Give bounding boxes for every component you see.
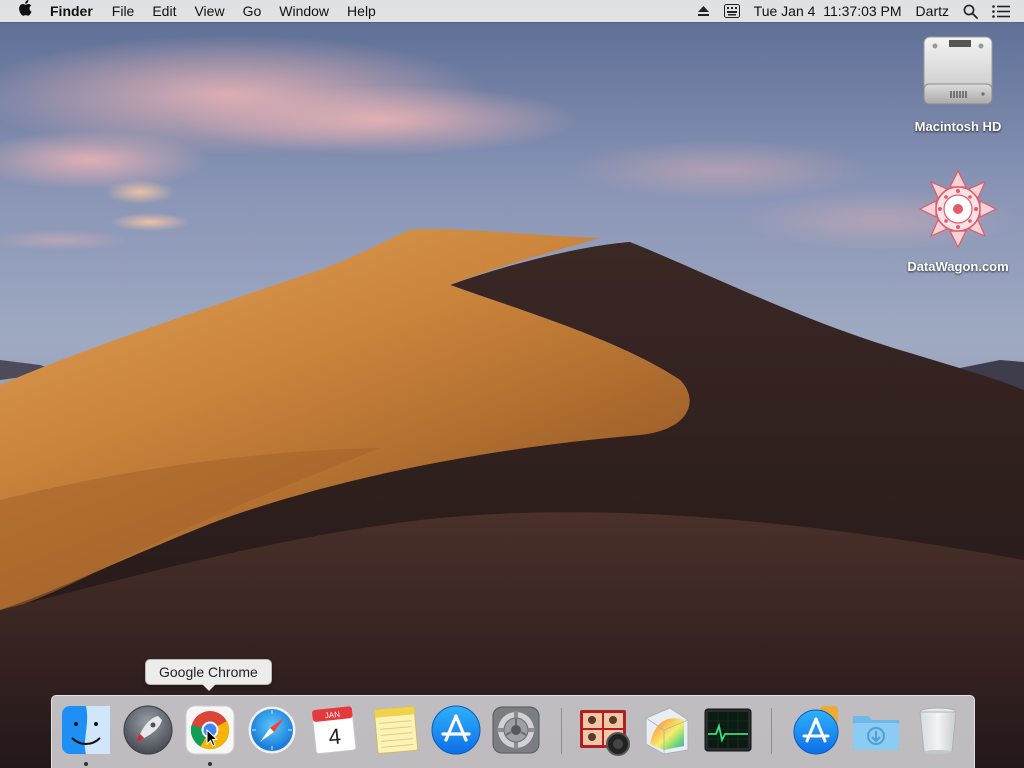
running-indicator [84,762,88,766]
menu-edit[interactable]: Edit [143,0,185,22]
apple-menu-icon[interactable] [0,0,42,22]
photo-booth-icon [580,710,630,756]
notes-icon [373,706,419,754]
datawagon-logo-icon [918,169,998,249]
finder-icon [62,706,110,754]
calendar-day: 4 [327,723,342,749]
downloads-folder-icon [853,716,899,750]
dock-tooltip: Google Chrome [145,659,272,691]
menu-view[interactable]: View [185,0,233,22]
desktop-icon-macintosh-hd[interactable]: Macintosh HD [903,32,1013,134]
calendar-icon: JAN 4 [311,705,357,755]
grapher-icon [645,707,689,755]
mouse-cursor-icon [206,729,218,747]
wallpaper-dunes [0,0,1024,768]
dock-safari[interactable] [246,704,298,756]
dock: JAN 4 [51,695,975,768]
dock-applications-stack[interactable] [790,704,842,756]
app-store-icon [431,705,481,755]
dock-activity-monitor[interactable] [702,704,754,756]
dock-system-preferences[interactable] [490,704,542,756]
menu-clock[interactable]: Tue Jan 4 11:37:03 PM [747,0,909,22]
desktop-icon-label: Macintosh HD [914,119,1002,134]
dock-grapher[interactable] [640,704,692,756]
desktop-icon-label: DataWagon.com [907,259,1009,274]
dock-notes[interactable] [370,704,422,756]
notification-center-icon[interactable] [985,4,1024,18]
menu-window[interactable]: Window [270,0,338,22]
dock-calendar[interactable]: JAN 4 [308,704,360,756]
launchpad-icon [123,705,173,755]
menu-app-name[interactable]: Finder [42,0,103,22]
calendar-month: JAN [324,710,340,721]
dock-downloads[interactable] [850,704,902,756]
applications-stack-icon [793,706,839,755]
spotlight-search-icon[interactable] [956,4,985,19]
input-source-icon[interactable] [717,4,747,18]
desktop[interactable]: Finder File Edit View Go Window Help Tue… [0,0,1024,768]
running-indicator [208,762,212,766]
dock-launchpad[interactable] [122,704,174,756]
menu-bar: Finder File Edit View Go Window Help Tue… [0,0,1024,22]
menu-file[interactable]: File [103,0,144,22]
menu-user[interactable]: Dartz [909,0,956,22]
trash-icon [919,707,957,754]
activity-monitor-icon [704,708,752,752]
eject-icon[interactable] [690,5,717,17]
dock-separator [561,708,562,754]
dock-trash[interactable] [912,704,964,756]
dock-app-store[interactable] [430,704,482,756]
dock-finder[interactable] [60,704,112,756]
hard-drive-icon [923,36,993,105]
menu-help[interactable]: Help [338,0,385,22]
system-preferences-icon [492,706,540,754]
dock-separator [771,708,772,754]
dock-photo-booth[interactable] [578,704,630,756]
desktop-icon-datawagon[interactable]: DataWagon.com [903,168,1013,274]
menu-go[interactable]: Go [234,0,271,22]
dock-google-chrome[interactable] [184,704,236,756]
safari-icon [247,705,297,755]
